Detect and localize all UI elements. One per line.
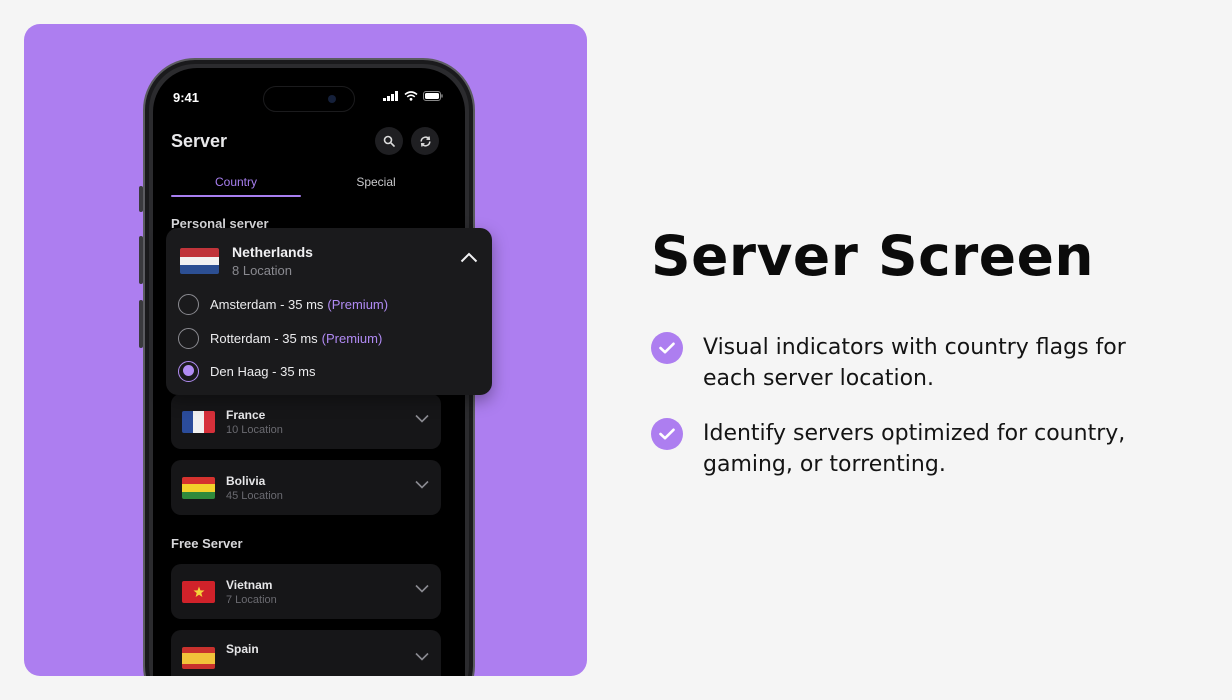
country-name: France bbox=[226, 408, 266, 422]
country-name: Bolivia bbox=[226, 474, 266, 488]
country-card-bolivia[interactable]: Bolivia 45 Location bbox=[171, 460, 441, 515]
country-location-count: 45 Location bbox=[226, 490, 283, 502]
premium-tag: (Premium) bbox=[327, 296, 389, 312]
phone-volume-down bbox=[139, 300, 143, 348]
tab-country[interactable]: Country bbox=[171, 175, 301, 189]
server-option-den-haag[interactable]: Den Haag - 35 ms bbox=[178, 360, 316, 382]
chevron-up-icon[interactable] bbox=[460, 252, 478, 263]
country-name: Spain bbox=[226, 642, 259, 656]
feature-text: Identify servers optimized for country, … bbox=[703, 421, 1126, 477]
chevron-down-icon[interactable] bbox=[415, 584, 429, 593]
flag-france-icon bbox=[182, 411, 215, 433]
flag-vietnam-icon bbox=[182, 581, 215, 603]
country-location-count: 8 Location bbox=[232, 263, 292, 278]
status-time: 9:41 bbox=[173, 90, 200, 105]
server-tabs: Country Special bbox=[171, 175, 447, 199]
refresh-icon bbox=[419, 135, 431, 147]
chevron-down-icon[interactable] bbox=[415, 652, 429, 661]
country-card-france[interactable]: France 10 Location bbox=[171, 394, 441, 449]
server-option-amsterdam[interactable]: Amsterdam - 35 ms (Premium) bbox=[178, 293, 388, 315]
radio-button-selected[interactable] bbox=[178, 360, 199, 382]
refresh-button[interactable] bbox=[411, 127, 439, 155]
chevron-down-icon[interactable] bbox=[415, 480, 429, 489]
active-tab-indicator bbox=[171, 195, 301, 197]
radio-button[interactable] bbox=[178, 293, 199, 315]
radio-button[interactable] bbox=[178, 327, 199, 349]
server-option-label: Den Haag - 35 ms bbox=[210, 363, 316, 379]
country-name: Vietnam bbox=[226, 578, 273, 592]
headline: Server Screen bbox=[651, 224, 1095, 288]
server-option-label: Rotterdam - 35 ms bbox=[210, 330, 318, 346]
country-location-count: 7 Location bbox=[226, 594, 277, 606]
page-title: Server bbox=[171, 131, 228, 151]
chevron-down-icon[interactable] bbox=[415, 414, 429, 423]
phone-volume-up bbox=[139, 236, 143, 284]
search-button[interactable] bbox=[375, 127, 403, 155]
expanded-country-card-netherlands[interactable]: Netherlands 8 Location Amsterdam - 35 ms… bbox=[166, 228, 492, 395]
signal-icon bbox=[383, 91, 398, 101]
country-location-count: 10 Location bbox=[226, 424, 283, 436]
country-card-spain[interactable]: Spain bbox=[171, 630, 441, 676]
battery-icon bbox=[423, 91, 443, 101]
flag-spain-icon bbox=[182, 647, 215, 669]
status-bar: 9:41 bbox=[173, 90, 445, 106]
flag-netherlands-icon bbox=[180, 248, 219, 274]
country-card-vietnam[interactable]: Vietnam 7 Location bbox=[171, 564, 441, 619]
server-option-label: Amsterdam - 35 ms bbox=[210, 296, 324, 312]
server-option-rotterdam[interactable]: Rotterdam - 35 ms (Premium) bbox=[178, 327, 382, 349]
tab-special[interactable]: Special bbox=[311, 175, 441, 189]
section-free-server: Free Server bbox=[171, 536, 243, 551]
phone-action-button bbox=[139, 186, 143, 212]
premium-tag: (Premium) bbox=[321, 330, 383, 346]
country-name: Netherlands bbox=[232, 244, 313, 260]
wifi-icon bbox=[404, 91, 418, 101]
check-icon bbox=[651, 418, 683, 450]
search-icon bbox=[383, 135, 395, 147]
check-icon bbox=[651, 332, 683, 364]
feature-text: Visual indicators with country flags for… bbox=[703, 335, 1126, 391]
flag-bolivia-icon bbox=[182, 477, 215, 499]
